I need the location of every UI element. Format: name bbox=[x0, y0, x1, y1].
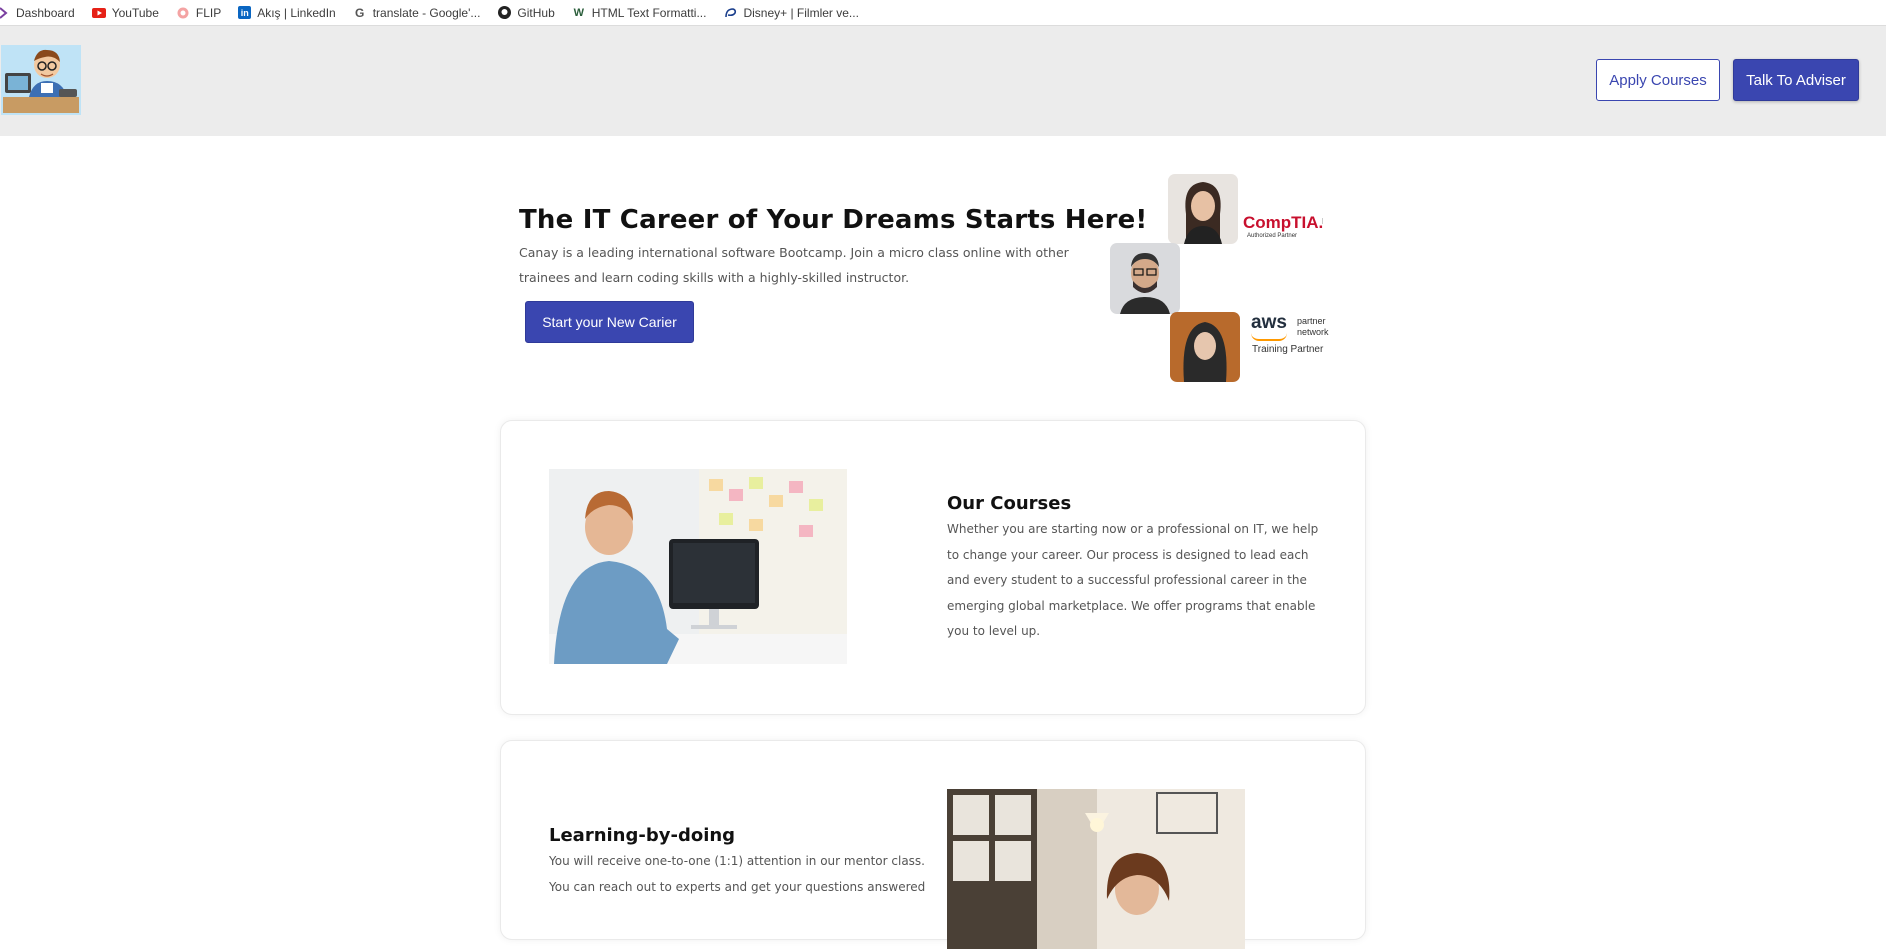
site-header: Apply Courses Talk To Adviser bbox=[0, 26, 1886, 136]
bookmark-label: YouTube bbox=[111, 5, 159, 20]
bookmark-label: translate - Google'... bbox=[372, 5, 481, 20]
learning-card: Learning-by-doing You will receive one-t… bbox=[500, 740, 1366, 949]
linkedin-icon: in bbox=[238, 6, 252, 19]
talk-to-adviser-button[interactable]: Talk To Adviser bbox=[1733, 59, 1859, 101]
aws-logo: aws bbox=[1251, 312, 1287, 333]
courses-card: Our Courses Whether you are starting now… bbox=[500, 420, 1366, 715]
youtube-icon bbox=[91, 6, 106, 20]
learning-title: Learning-by-doing bbox=[549, 825, 736, 846]
github-icon bbox=[497, 6, 511, 20]
bookmark-disney[interactable]: Disney+ | Filmler ve... bbox=[723, 5, 859, 20]
disney-icon bbox=[723, 6, 737, 20]
start-new-career-button[interactable]: Start your New Carier bbox=[525, 301, 694, 343]
learning-image bbox=[947, 789, 1245, 949]
hero-title: The IT Career of Your Dreams Starts Here… bbox=[519, 205, 1148, 235]
instructor-portrait bbox=[1168, 174, 1238, 244]
bookmark-linkedin[interactable]: in Akış | LinkedIn bbox=[238, 6, 336, 20]
site-logo[interactable] bbox=[1, 45, 81, 115]
bookmark-google-translate[interactable]: G translate - Google'... bbox=[353, 5, 481, 20]
bookmark-label: Akış | LinkedIn bbox=[257, 5, 336, 20]
bookmark-label: Disney+ | Filmler ve... bbox=[743, 5, 859, 20]
bookmark-label: FLIP bbox=[195, 5, 222, 20]
bookmark-html-formatting[interactable]: W HTML Text Formatti... bbox=[572, 6, 707, 20]
courses-image bbox=[549, 469, 847, 664]
apply-courses-button[interactable]: Apply Courses bbox=[1596, 59, 1720, 101]
bookmark-youtube[interactable]: YouTube bbox=[91, 5, 159, 20]
bookmark-flip[interactable]: FLIP bbox=[176, 6, 221, 20]
bookmark-github[interactable]: GitHub bbox=[497, 5, 555, 20]
aws-smile-icon bbox=[1251, 333, 1287, 341]
courses-description: Whether you are starting now or a profes… bbox=[947, 522, 1319, 638]
dashboard-icon bbox=[0, 6, 10, 20]
bookmark-label: HTML Text Formatti... bbox=[591, 5, 707, 20]
w3-icon: W bbox=[573, 6, 584, 19]
flip-icon bbox=[176, 6, 190, 20]
bookmark-label: Dashboard bbox=[16, 5, 75, 20]
comptia-divider bbox=[1322, 218, 1329, 224]
instructor-portrait bbox=[1170, 312, 1240, 382]
comptia-logo: CompTIA. bbox=[1243, 213, 1324, 232]
google-icon: G bbox=[355, 5, 365, 20]
aws-partner-network-label: partner network bbox=[1297, 316, 1329, 337]
learning-description: You will receive one-to-one (1:1) attent… bbox=[549, 854, 926, 894]
bookmark-dashboard[interactable]: Dashboard bbox=[0, 6, 75, 20]
aws-training-partner-label: Training Partner bbox=[1252, 344, 1324, 355]
bookmark-label: GitHub bbox=[517, 5, 555, 20]
instructor-portrait bbox=[1110, 243, 1180, 314]
comptia-partner-label: Authorized Partner bbox=[1247, 233, 1298, 239]
courses-title: Our Courses bbox=[947, 493, 1072, 514]
bookmarks-bar: Dashboard YouTube FLIP in Akış | LinkedI… bbox=[0, 0, 1886, 26]
hero-description: Canay is a leading international softwar… bbox=[519, 245, 1069, 285]
